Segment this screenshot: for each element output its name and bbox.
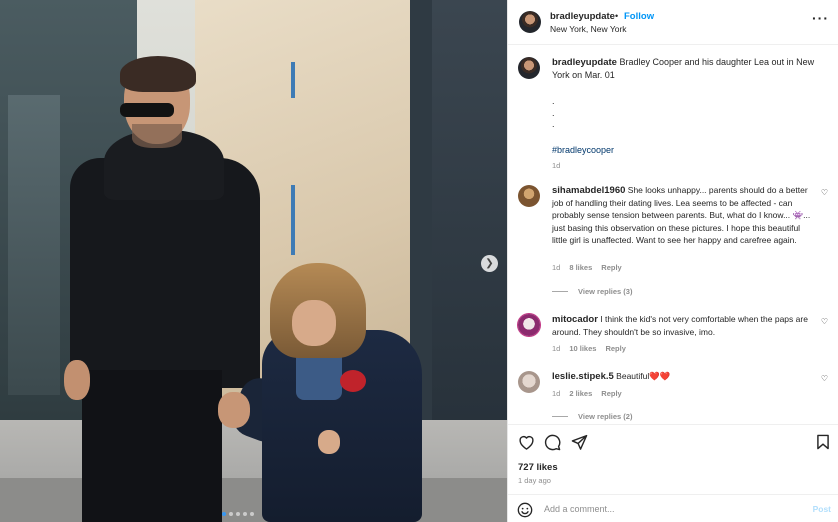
child-figure	[262, 330, 422, 522]
comment-likes[interactable]: 8 likes	[569, 263, 592, 272]
comment-timestamp[interactable]: 1d	[552, 344, 560, 353]
chevron-right-icon: ❯	[485, 258, 494, 269]
man-legs	[82, 370, 222, 522]
comment-username[interactable]: sihamabdel1960	[552, 185, 625, 196]
carousel-dot[interactable]	[243, 512, 247, 516]
post-actions: 727 likes 1 day ago	[508, 424, 838, 494]
replies-line	[552, 416, 568, 417]
caption-dot: .	[552, 119, 555, 129]
caption-username[interactable]: bradleyupdate	[552, 57, 617, 68]
likes-count[interactable]: 727 likes	[518, 462, 558, 473]
carousel-indicator	[222, 512, 254, 516]
follow-button[interactable]: Follow	[624, 11, 654, 22]
carousel-dot[interactable]	[222, 512, 226, 516]
author-username[interactable]: bradleyupdate	[550, 11, 615, 22]
view-replies-label: View replies (2)	[578, 412, 633, 421]
like-comment-icon[interactable]: ♡	[821, 317, 828, 326]
carousel-dot[interactable]	[250, 512, 254, 516]
location-link[interactable]: New York, New York	[550, 24, 627, 34]
comment-username[interactable]: mitocador	[552, 314, 598, 325]
reply-button[interactable]: Reply	[601, 389, 621, 398]
carousel-dot[interactable]	[236, 512, 240, 516]
view-replies-button[interactable]: View replies (2)	[552, 412, 632, 421]
reply-button[interactable]: Reply	[601, 263, 621, 272]
post-sidebar: bradleyupdate • Follow New York, New Yor…	[507, 0, 838, 522]
post-photo[interactable]: ❯	[0, 0, 507, 522]
storefront-glass	[8, 95, 60, 395]
like-comment-icon[interactable]: ♡	[821, 188, 828, 197]
comment-meta: 1d 2 likes Reply	[552, 389, 622, 398]
window-decal	[291, 62, 295, 98]
view-replies-button[interactable]: View replies (3)	[552, 287, 632, 296]
comment-username[interactable]: leslie.stipek.5	[552, 371, 614, 382]
comment-timestamp[interactable]: 1d	[552, 389, 560, 398]
caption-dot: .	[552, 96, 555, 106]
comment-bubble-icon[interactable]	[543, 433, 561, 451]
storefront-right	[432, 0, 507, 440]
next-image-button[interactable]: ❯	[481, 255, 498, 272]
like-comment-icon[interactable]: ♡	[821, 374, 828, 383]
post-comment-button[interactable]: Post	[813, 504, 831, 514]
carousel-dot[interactable]	[229, 512, 233, 516]
reply-button[interactable]: Reply	[605, 344, 625, 353]
bookmark-icon[interactable]	[814, 433, 832, 451]
caption-text: bradleyupdate Bradley Cooper and his dau…	[552, 56, 827, 82]
caption-dots: . . .	[552, 96, 555, 131]
avatar[interactable]	[518, 314, 540, 336]
man-hair	[120, 56, 196, 92]
beard	[132, 124, 182, 148]
comment-timestamp[interactable]: 1d	[552, 263, 560, 272]
view-replies-label: View replies (3)	[578, 287, 633, 296]
caption-timestamp[interactable]: 1d	[552, 161, 560, 170]
comment-text: sihamabdel1960 She looks unhappy... pare…	[552, 184, 817, 246]
more-options-icon[interactable]: ···	[812, 10, 829, 26]
replies-line	[552, 291, 568, 292]
avatar[interactable]	[518, 185, 540, 207]
hashtag-link[interactable]: #bradleycooper	[552, 145, 614, 155]
child-hand	[318, 430, 340, 454]
sunglasses	[120, 103, 174, 117]
separator-dot: •	[615, 11, 619, 21]
avatar[interactable]	[518, 371, 540, 393]
comment-text: mitocador I think the kid's not very com…	[552, 313, 817, 338]
child-face	[292, 300, 336, 346]
avatar[interactable]	[519, 11, 541, 33]
rose-patch	[340, 370, 366, 392]
comment-composer: Post	[508, 494, 838, 522]
caption-dot: .	[552, 107, 555, 118]
window-decal	[291, 185, 295, 255]
man-hand	[64, 360, 90, 400]
share-paper-plane-icon[interactable]	[570, 433, 588, 451]
comment-likes[interactable]: 10 likes	[569, 344, 596, 353]
post-timestamp: 1 day ago	[518, 476, 551, 485]
holding-hands	[218, 392, 250, 428]
comment-text: leslie.stipek.5 Beautiful❤️❤️	[552, 370, 817, 383]
comment-body: Beautiful❤️❤️	[616, 371, 671, 381]
comment-meta: 1d 10 likes Reply	[552, 344, 626, 353]
comment-meta: 1d 8 likes Reply	[552, 263, 622, 272]
comment-input[interactable]	[544, 501, 794, 517]
avatar[interactable]	[518, 57, 540, 79]
comment-likes[interactable]: 2 likes	[569, 389, 592, 398]
comments-feed[interactable]: bradleyupdate Bradley Cooper and his dau…	[508, 46, 838, 424]
post-header: bradleyupdate • Follow New York, New Yor…	[508, 0, 838, 45]
like-heart-icon[interactable]	[517, 433, 535, 451]
emoji-picker-icon[interactable]	[517, 502, 533, 518]
